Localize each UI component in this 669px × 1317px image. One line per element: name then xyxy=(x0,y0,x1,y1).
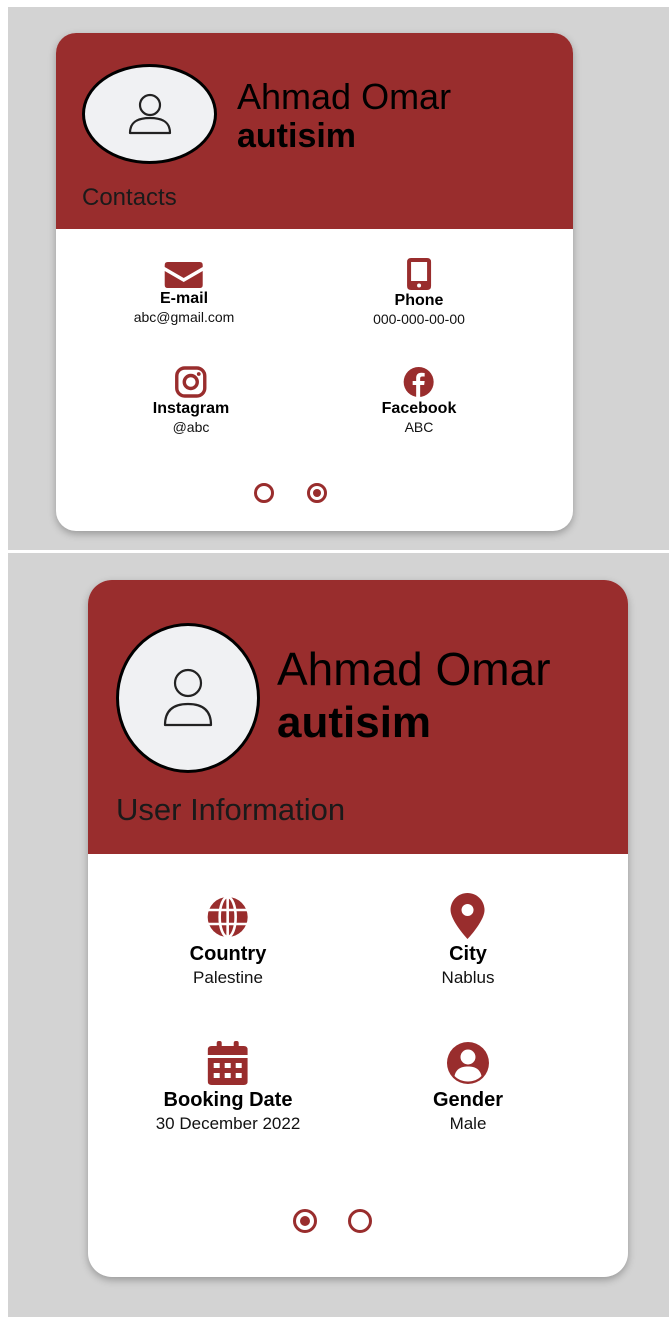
info-label: Gender xyxy=(432,1089,504,1111)
info-value: ABC xyxy=(404,419,434,435)
user-outline-icon xyxy=(163,668,213,727)
info-value: Palestine xyxy=(193,968,263,987)
info-label: Country xyxy=(189,943,267,965)
info-item-gender[interactable]: Gender Male xyxy=(433,1041,503,1134)
user-condition: autisim xyxy=(277,698,432,747)
globe-icon xyxy=(207,895,248,939)
section-title: User Information xyxy=(116,792,346,827)
location-pin-icon xyxy=(450,893,485,939)
instagram-icon xyxy=(175,366,207,398)
contacts-card: Ahmad Omar autisim Contacts E-mail abc@g… xyxy=(56,33,573,531)
info-value: Male xyxy=(449,1114,487,1133)
info-item-instagram[interactable]: Instagram @abc xyxy=(153,366,229,435)
user-info-card: Ahmad Omar autisim User Information Coun… xyxy=(88,580,628,1277)
pagination-dot-1[interactable] xyxy=(293,1209,317,1233)
card-header: Ahmad Omar autisim User Information xyxy=(88,580,628,854)
avatar xyxy=(82,64,217,164)
user-circle-icon xyxy=(447,1042,489,1084)
section-title: Contacts xyxy=(82,184,177,211)
info-item-phone[interactable]: Phone 000-000-00-00 xyxy=(373,258,465,327)
info-value: Nablus xyxy=(441,968,495,987)
info-label: E-mail xyxy=(159,290,209,307)
info-label: City xyxy=(449,943,487,965)
contacts-panel: Ahmad Omar autisim Contacts E-mail abc@g… xyxy=(8,7,669,550)
pagination-dot-2[interactable] xyxy=(348,1209,372,1233)
facebook-icon xyxy=(404,367,434,397)
info-value: 30 December 2022 xyxy=(155,1114,301,1133)
info-item-facebook[interactable]: Facebook ABC xyxy=(381,366,457,435)
phone-icon xyxy=(406,258,431,290)
info-label: Phone xyxy=(394,292,444,309)
info-label: Instagram xyxy=(152,400,230,417)
user-condition: autisim xyxy=(237,117,357,155)
calendar-icon xyxy=(208,1041,248,1085)
info-item-city[interactable]: City Nablus xyxy=(441,893,495,988)
user-name: Ahmad Omar xyxy=(237,76,452,117)
user-outline-icon xyxy=(128,93,171,135)
avatar xyxy=(116,623,260,773)
user-info-panel: Ahmad Omar autisim User Information Coun… xyxy=(8,553,669,1317)
info-label: Booking Date xyxy=(163,1089,293,1111)
user-name: Ahmad Omar xyxy=(277,643,551,695)
card-header: Ahmad Omar autisim Contacts xyxy=(56,33,573,229)
pagination-dot-2[interactable] xyxy=(307,483,327,503)
info-item-country[interactable]: Country Palestine xyxy=(189,895,267,988)
info-item-booking-date[interactable]: Booking Date 30 December 2022 xyxy=(155,1041,301,1134)
envelope-icon xyxy=(164,262,203,288)
info-value: abc@gmail.com xyxy=(133,309,235,325)
info-label: Facebook xyxy=(381,400,457,417)
info-value: @abc xyxy=(172,419,210,435)
pagination-dot-1[interactable] xyxy=(254,483,274,503)
info-item-email[interactable]: E-mail abc@gmail.com xyxy=(133,262,235,325)
info-value: 000-000-00-00 xyxy=(373,311,465,327)
